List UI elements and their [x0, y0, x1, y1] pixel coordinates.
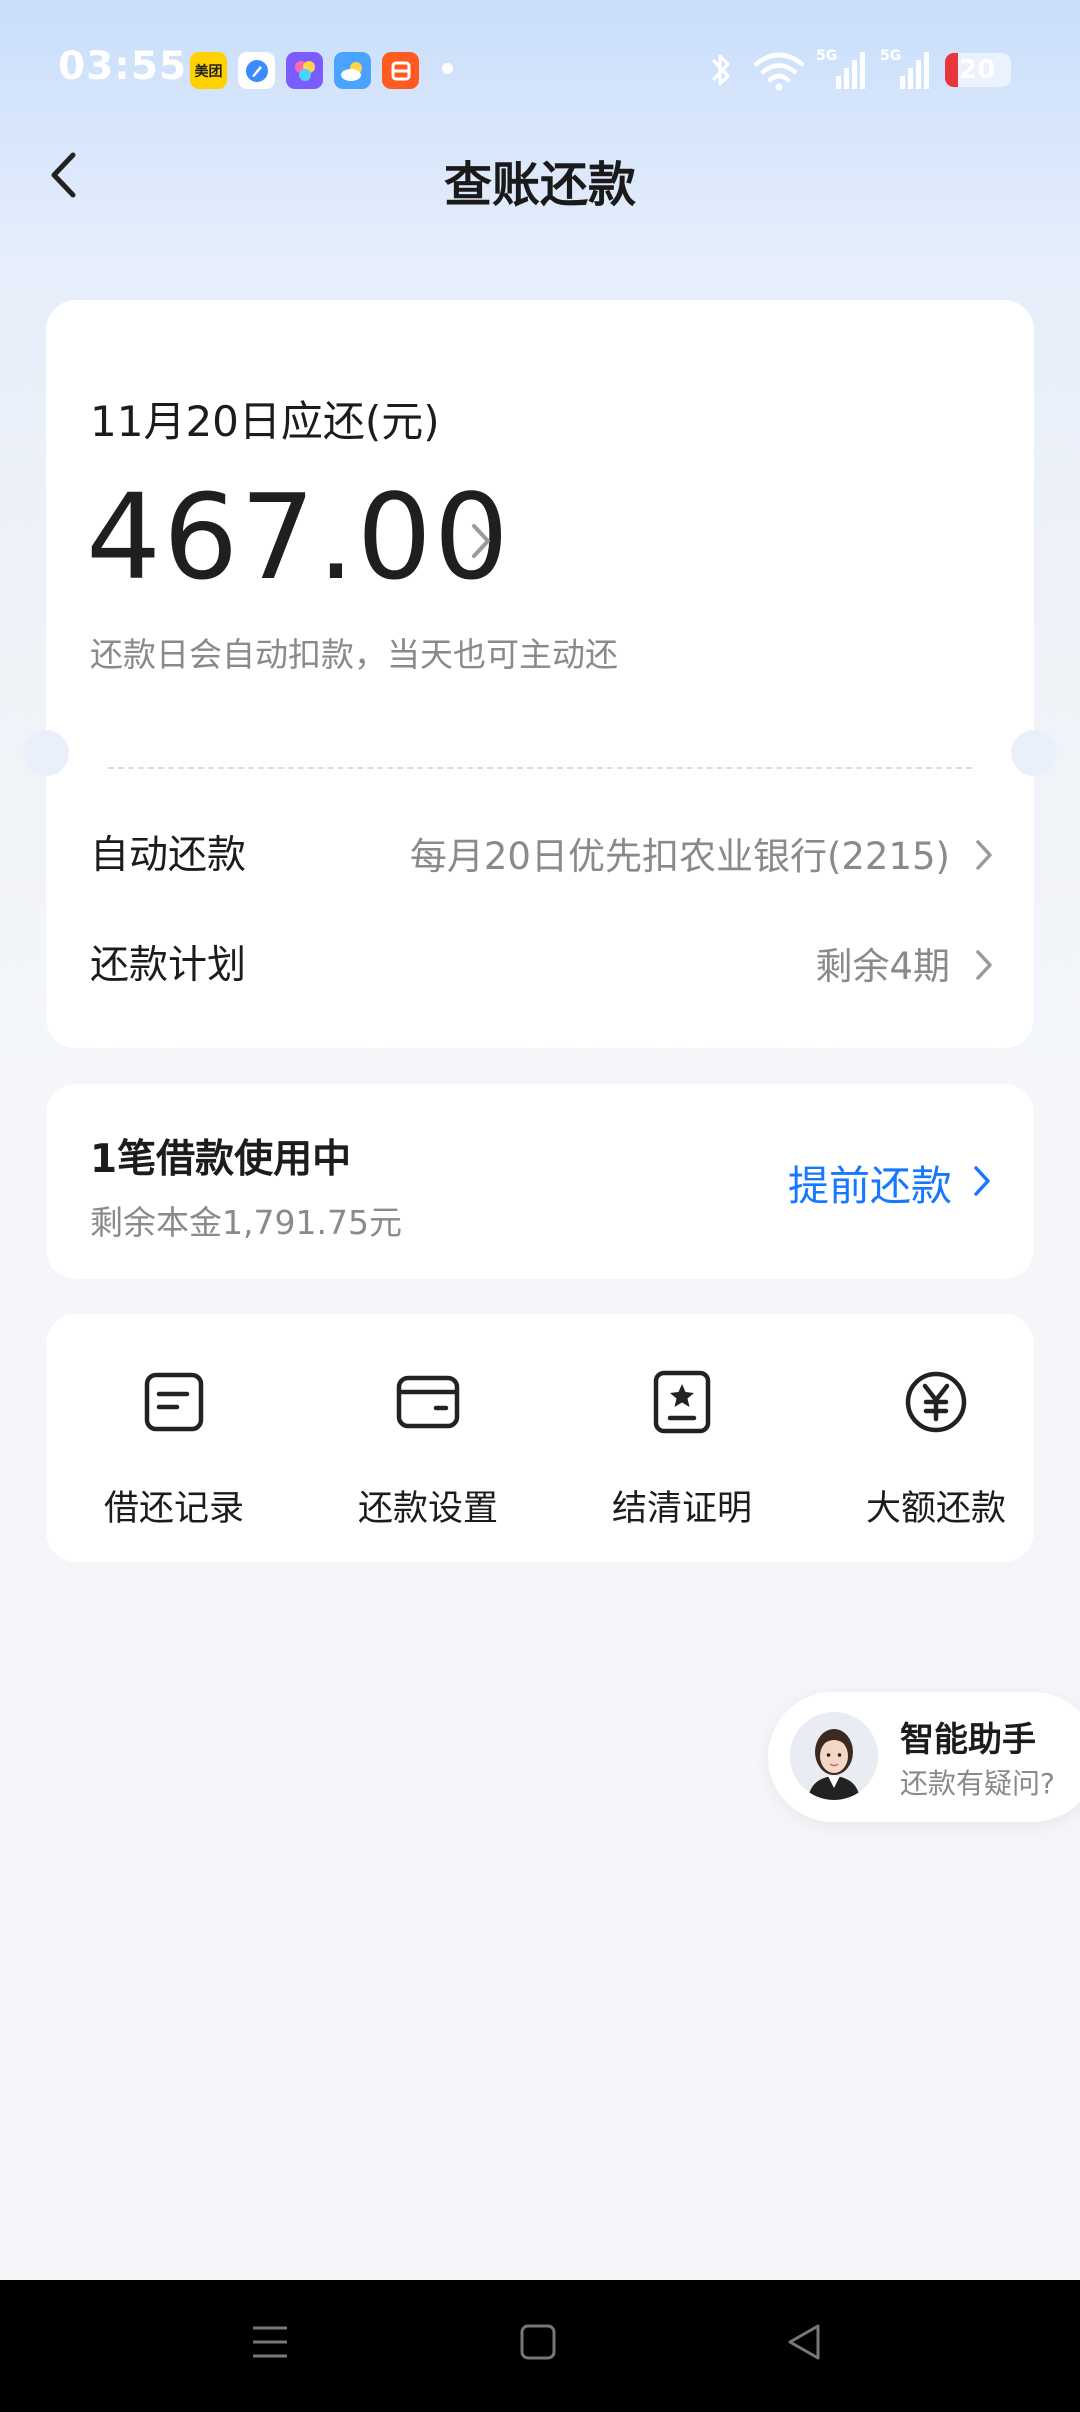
- loan-count-title: 1笔借款使用中: [90, 1137, 352, 1182]
- battery-icon: 20: [945, 53, 1011, 87]
- browser-app-icon: [238, 52, 275, 89]
- status-time: 03:55: [58, 44, 188, 89]
- tool-loan-records[interactable]: 借还记录: [49, 1314, 299, 1562]
- assistant-subtitle: 还款有疑问?: [900, 1767, 1055, 1800]
- yuan-icon: [905, 1371, 967, 1433]
- chevron-right-icon[interactable]: [970, 1162, 994, 1200]
- tool-label: 大额还款: [865, 1489, 1006, 1529]
- auto-repay-value: 每月20日优先扣农业银行(2215): [409, 835, 950, 878]
- page-title: 查账还款: [443, 157, 636, 213]
- dashed-divider: [108, 767, 972, 769]
- tools-card: 借还记录 还款设置 结清证明 大额还款: [46, 1314, 1034, 1562]
- prepay-label[interactable]: 提前还款: [788, 1152, 952, 1212]
- chevron-right-icon[interactable]: [466, 518, 496, 564]
- menu-icon[interactable]: [248, 2320, 292, 2364]
- smart-assistant-button[interactable]: 智能助手 还款有疑问?: [768, 1692, 1080, 1822]
- tool-repay-settings[interactable]: 还款设置: [303, 1314, 553, 1562]
- back-nav-icon[interactable]: [782, 2320, 826, 2364]
- assistant-title: 智能助手: [900, 1720, 1036, 1760]
- loan-card: 1笔借款使用中 剩余本金1,791.75元 提前还款: [46, 1084, 1034, 1279]
- tool-label: 借还记录: [103, 1489, 244, 1529]
- tool-label: 结清证明: [611, 1489, 752, 1529]
- battery-level: 20: [959, 55, 996, 85]
- chevron-right-icon: [976, 840, 992, 870]
- auto-repay-row[interactable]: 自动还款 每月20日优先扣农业银行(2215): [90, 824, 996, 884]
- repay-plan-value: 剩余4期: [815, 945, 950, 988]
- home-icon[interactable]: [516, 2320, 560, 2364]
- taobao-app-icon: [382, 52, 419, 89]
- remaining-principal: 剩余本金1,791.75元: [90, 1203, 402, 1242]
- bill-card: 11月20日应还(元) 467.00 还款日会自动扣款，当天也可主动还 自动还款…: [23, 300, 1057, 1048]
- wallet-icon: [396, 1375, 460, 1429]
- weather-app-icon: [334, 52, 371, 89]
- auto-repay-label: 自动还款: [90, 833, 247, 878]
- due-date-label: 11月20日应还(元): [90, 397, 440, 446]
- tool-label: 还款设置: [357, 1489, 498, 1529]
- ticket-notch-left: [23, 730, 69, 776]
- photos-app-icon: [286, 52, 323, 89]
- chevron-right-icon: [976, 950, 992, 980]
- bluetooth-icon: [711, 54, 730, 86]
- system-nav-bar: [0, 2280, 1080, 2412]
- ticket-notch-right: [1011, 730, 1057, 776]
- meituan-app-icon: 美团: [190, 52, 227, 89]
- wifi-icon: [753, 52, 805, 91]
- due-amount[interactable]: 467.00: [86, 468, 511, 606]
- auto-debit-note: 还款日会自动扣款，当天也可主动还: [90, 635, 618, 674]
- tool-settlement-certificate[interactable]: 结清证明: [557, 1314, 807, 1562]
- repay-plan-row[interactable]: 还款计划 剩余4期: [90, 934, 996, 994]
- certificate-icon: [653, 1370, 711, 1434]
- assistant-avatar: [790, 1712, 878, 1800]
- more-notifications-dot: [442, 63, 453, 74]
- tool-large-repayment[interactable]: 大额还款: [811, 1314, 1061, 1562]
- repay-plan-label: 还款计划: [90, 943, 247, 988]
- record-icon: [144, 1372, 204, 1432]
- status-bar: 03:55 美团 5G 5G 20: [0, 0, 1080, 140]
